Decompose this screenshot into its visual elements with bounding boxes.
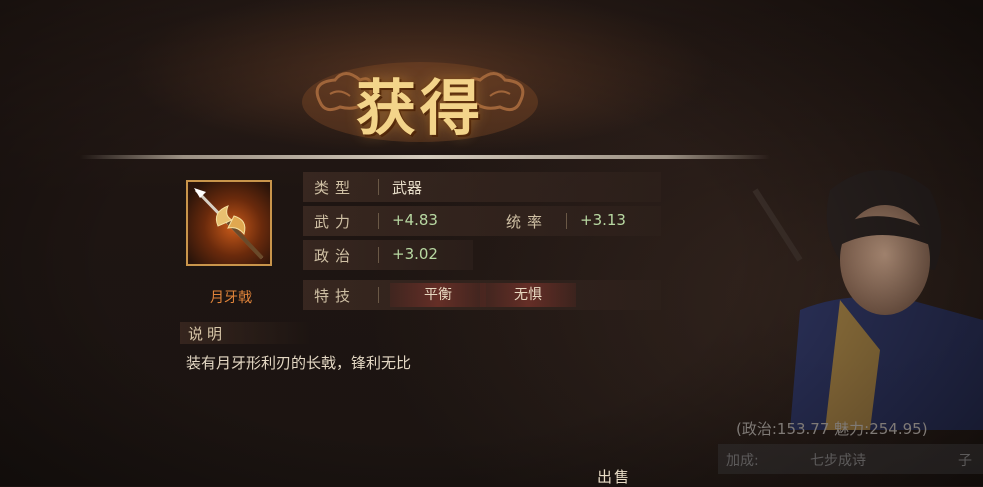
item-description: 装有月牙形利刃的长戟，锋利无比 <box>186 354 412 372</box>
type-label: 类型 <box>314 179 357 197</box>
item-name: 月牙戟 <box>210 290 252 306</box>
skill-badge-fearless[interactable]: 无惧 <box>480 283 576 307</box>
stat-value: +3.13 <box>580 211 626 229</box>
item-icon-frame[interactable] <box>186 180 272 266</box>
description-label: 说明 <box>188 325 227 343</box>
row-separator <box>378 247 379 263</box>
title-banner: 获得 <box>300 52 540 152</box>
skill-label: 特技 <box>314 287 357 305</box>
bonus-extra: 子 <box>958 453 972 469</box>
type-row <box>303 172 661 202</box>
row-separator <box>566 213 567 229</box>
stat-value: +3.02 <box>392 245 438 263</box>
stat-label: 政治 <box>314 247 357 265</box>
row-separator <box>378 287 379 303</box>
bonus-skill: 七步成诗 <box>810 453 866 469</box>
stat-label: 统率 <box>506 213 549 231</box>
hero-bonus-bar: 加成: 七步成诗 子 <box>718 444 983 474</box>
bonus-label: 加成: <box>726 453 759 469</box>
type-value: 武器 <box>392 179 423 197</box>
crescent-halberd-icon <box>194 188 264 260</box>
skill-badge-balance[interactable]: 平衡 <box>390 283 486 307</box>
row-separator <box>378 213 379 229</box>
title-divider <box>80 155 770 159</box>
row-separator <box>378 179 379 195</box>
stat-value: +4.83 <box>392 211 438 229</box>
stat-label: 武力 <box>314 213 357 231</box>
popup-title: 获得 <box>356 74 484 144</box>
sell-button[interactable]: 出售 <box>597 466 631 487</box>
hero-stat-readout: (政治:153.77 魅力:254.95) <box>736 420 928 438</box>
